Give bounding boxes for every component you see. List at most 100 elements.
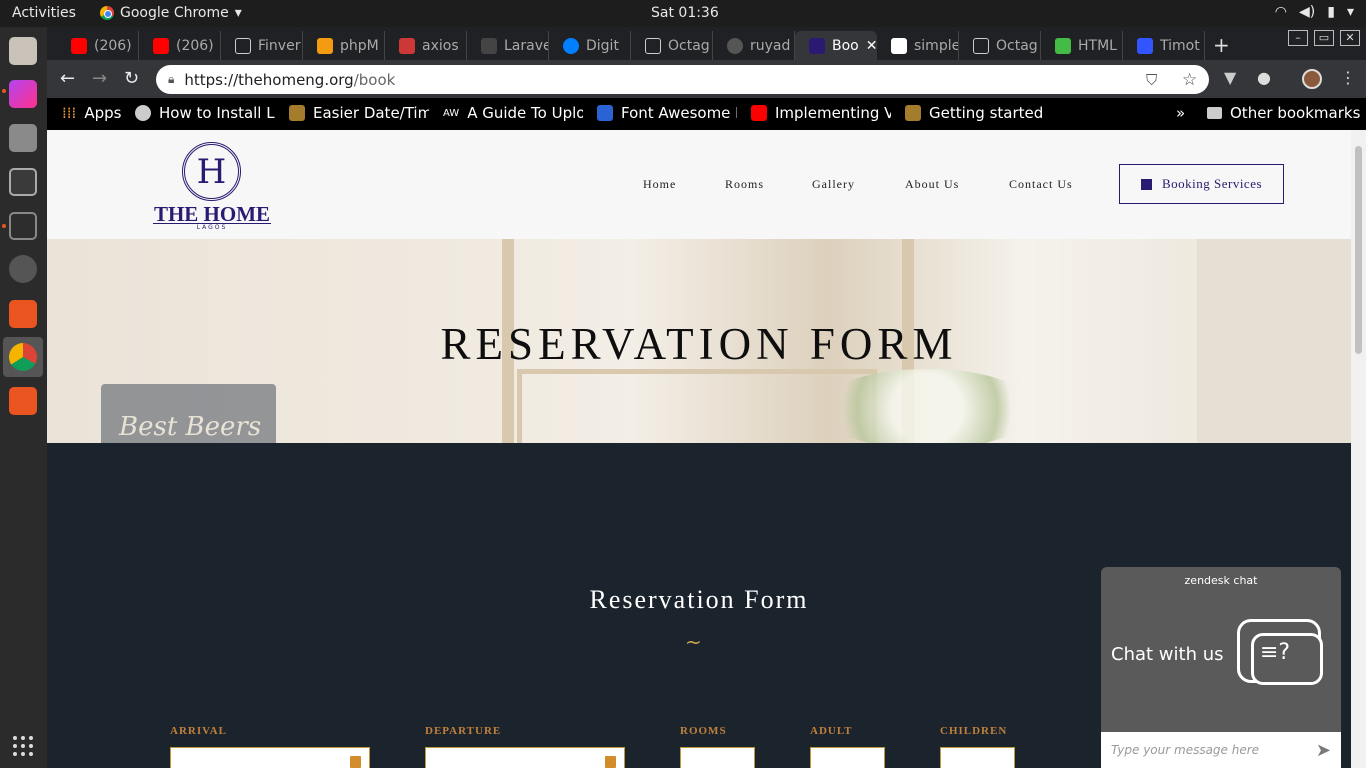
bookmark[interactable]: How to Install La bbox=[135, 104, 275, 122]
extension-icon[interactable]: ● bbox=[1257, 68, 1271, 87]
system-tray[interactable]: ◠ ◀) ▮ ▾ bbox=[1275, 4, 1354, 20]
bookmarks-bar: ⁞⁞⁞ Apps How to Install La Easier Date/Ti… bbox=[47, 98, 1366, 130]
booking-services-button[interactable]: Booking Services bbox=[1119, 164, 1284, 204]
github-icon bbox=[727, 37, 743, 54]
tab[interactable]: ruyad bbox=[713, 31, 795, 60]
page-icon bbox=[235, 37, 251, 54]
address-bar[interactable]: 🔒︎ https://thehomeng.org/book ⛉ ☆ bbox=[156, 65, 1209, 94]
tab-label: Digit bbox=[586, 37, 619, 54]
browser-window: (206) (206) Finver phpM axios Larave Dig… bbox=[47, 27, 1366, 130]
software-center-icon[interactable] bbox=[9, 300, 37, 328]
bookmark[interactable]: Implementing Vu bbox=[751, 104, 891, 122]
booking-services-label: Booking Services bbox=[1161, 176, 1263, 191]
shield-icon bbox=[1137, 37, 1153, 54]
tab[interactable]: (206) bbox=[139, 31, 221, 60]
url-path: /book bbox=[353, 70, 396, 89]
back-icon[interactable]: ← bbox=[60, 68, 75, 89]
children-select[interactable] bbox=[940, 747, 1015, 768]
adult-select[interactable] bbox=[810, 747, 885, 768]
calendar-icon bbox=[350, 756, 361, 768]
youtube-icon bbox=[71, 37, 87, 54]
tab-label: Boo bbox=[832, 37, 859, 54]
apps-grid-icon: ⁞⁞⁞ bbox=[62, 104, 77, 122]
tab[interactable]: phpM bbox=[303, 31, 385, 60]
bookmark[interactable]: Easier Date/Time bbox=[289, 104, 429, 122]
nav-about-us[interactable]: About Us bbox=[905, 177, 959, 192]
nav-contact-us[interactable]: Contact Us bbox=[1009, 177, 1073, 192]
departure-date-input[interactable] bbox=[425, 747, 625, 768]
activities-button[interactable]: Activities bbox=[12, 5, 76, 21]
video-editor-icon[interactable] bbox=[9, 168, 37, 196]
page-title: RESERVATION FORM bbox=[440, 319, 958, 369]
software-updater-icon[interactable] bbox=[9, 255, 37, 283]
tab[interactable]: Octag bbox=[959, 31, 1041, 60]
lamp-icon bbox=[905, 105, 921, 121]
star-icon[interactable]: ☆ bbox=[1182, 70, 1197, 90]
installer-icon[interactable] bbox=[9, 124, 37, 152]
url-host: https://thehomeng.org bbox=[184, 70, 354, 89]
bookmark-label: Apps bbox=[84, 104, 122, 122]
tab[interactable]: Larave bbox=[467, 31, 549, 60]
tab-label: ruyad bbox=[750, 37, 791, 54]
avatar[interactable] bbox=[1302, 69, 1322, 89]
arrival-date-input[interactable] bbox=[170, 747, 370, 768]
tab-active[interactable]: Boo ✕ bbox=[795, 31, 877, 60]
new-tab-icon[interactable]: + bbox=[1213, 33, 1230, 57]
minimize-button[interactable]: – bbox=[1288, 30, 1308, 46]
tab[interactable]: axios bbox=[385, 31, 467, 60]
bookmark[interactable]: Font Awesome Ic bbox=[597, 104, 737, 122]
forward-icon[interactable]: → bbox=[92, 68, 107, 89]
close-window-button[interactable]: ✕ bbox=[1340, 30, 1360, 46]
beer-plaque: Best Beers bbox=[101, 384, 276, 443]
tab-label: HTML bbox=[1078, 37, 1117, 54]
close-icon[interactable]: ✕ bbox=[866, 38, 877, 54]
site-logo[interactable]: H THE HOME LAGOS bbox=[153, 142, 271, 231]
tab[interactable]: HTML bbox=[1041, 31, 1123, 60]
page-icon bbox=[645, 37, 661, 54]
flag-icon bbox=[597, 105, 613, 121]
calendar-icon bbox=[1140, 178, 1152, 190]
tab-label: Finver bbox=[258, 37, 301, 54]
phpstorm-icon[interactable] bbox=[9, 80, 37, 108]
app-menu[interactable]: Google Chrome ▾ bbox=[100, 5, 242, 21]
scrollbar-thumb[interactable] bbox=[1355, 146, 1362, 354]
nav-home[interactable]: Home bbox=[643, 177, 676, 192]
files-icon[interactable] bbox=[9, 37, 37, 65]
tab[interactable]: Digit bbox=[549, 31, 631, 60]
tab-label: Timot bbox=[1160, 37, 1200, 54]
bookmarks-overflow[interactable]: » bbox=[1176, 104, 1185, 122]
tab-label: Octag bbox=[668, 37, 710, 54]
tab[interactable]: simple bbox=[877, 31, 959, 60]
system-top-bar: Activities Google Chrome ▾ Sat 01:36 ◠ ◀… bbox=[0, 0, 1366, 27]
vue-devtools-icon[interactable]: ▼ bbox=[1224, 68, 1236, 87]
maximize-button[interactable]: ▭ bbox=[1314, 30, 1334, 46]
nav-gallery[interactable]: Gallery bbox=[812, 177, 855, 192]
bookmark-apps[interactable]: ⁞⁞⁞ Apps bbox=[62, 104, 121, 122]
screenshot-app-icon[interactable] bbox=[9, 387, 37, 415]
laravel-icon bbox=[481, 37, 497, 54]
tab[interactable]: (206) bbox=[57, 31, 139, 60]
tab[interactable]: Timot bbox=[1123, 31, 1205, 60]
page-scrollbar[interactable] bbox=[1351, 130, 1366, 768]
tab-strip: (206) (206) Finver phpM axios Larave Dig… bbox=[47, 27, 1287, 60]
nav-rooms[interactable]: Rooms bbox=[725, 177, 764, 192]
bookmark[interactable]: AW A Guide To Uploa bbox=[443, 104, 583, 122]
bookmark[interactable]: Getting started v bbox=[905, 104, 1045, 122]
blocked-icon[interactable]: ⛉ bbox=[1146, 71, 1157, 89]
terminal-icon[interactable] bbox=[9, 212, 37, 240]
tab-label: (206) bbox=[176, 37, 214, 54]
running-indicator bbox=[2, 89, 6, 93]
chat-message-input[interactable]: Type your message here ➤ bbox=[1101, 732, 1341, 768]
tab[interactable]: Finver bbox=[221, 31, 303, 60]
show-applications-icon[interactable] bbox=[13, 736, 33, 756]
chrome-dock-icon[interactable] bbox=[9, 343, 37, 371]
clock[interactable]: Sat 01:36 bbox=[651, 5, 719, 21]
lamp-icon bbox=[289, 105, 305, 121]
send-icon[interactable]: ➤ bbox=[1316, 740, 1331, 761]
zendesk-chat-widget[interactable]: zendesk chat Chat with us ≡? Type your m… bbox=[1101, 567, 1341, 768]
other-bookmarks[interactable]: Other bookmarks bbox=[1207, 104, 1360, 122]
rooms-select[interactable] bbox=[680, 747, 755, 768]
menu-icon[interactable]: ⋮ bbox=[1340, 68, 1356, 87]
reload-icon[interactable]: ↻ bbox=[124, 68, 139, 89]
tab[interactable]: Octag bbox=[631, 31, 713, 60]
